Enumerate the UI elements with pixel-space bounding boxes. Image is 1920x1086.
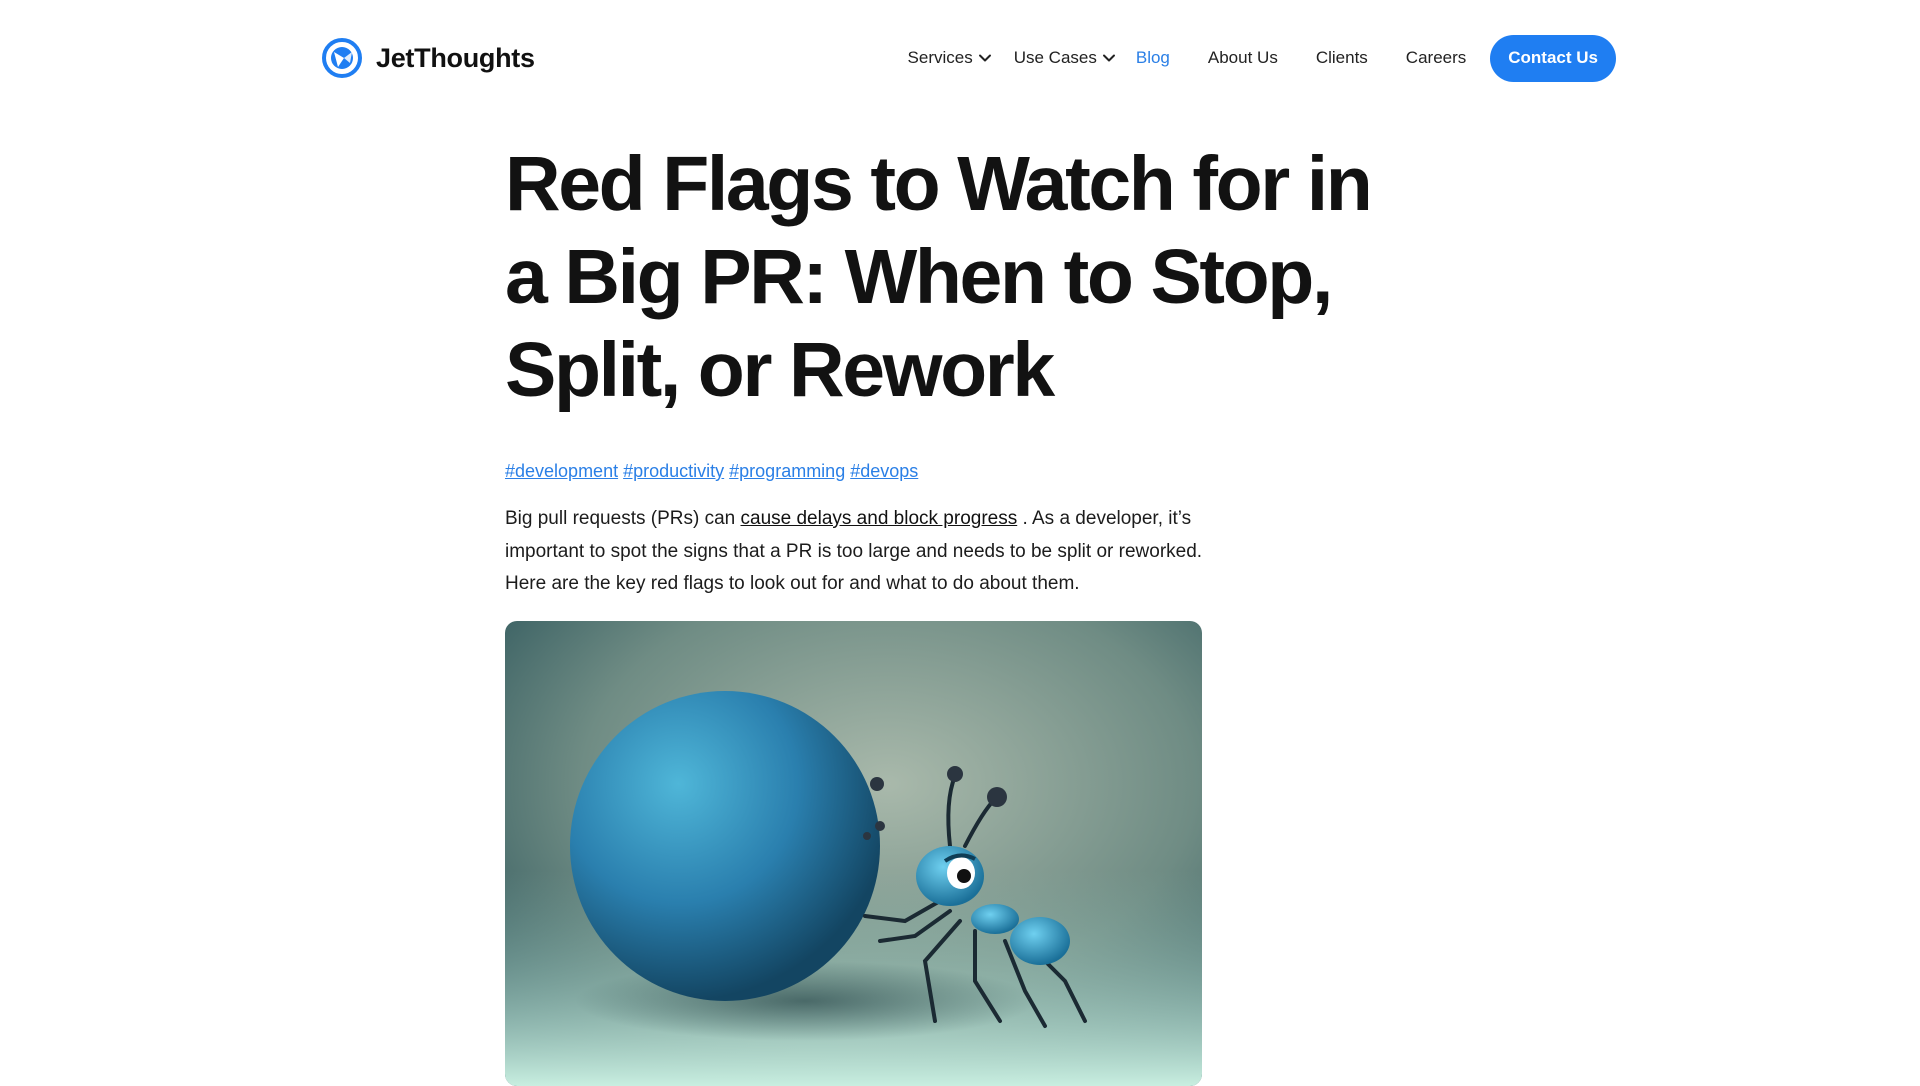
contact-us-button[interactable]: Contact Us bbox=[1490, 34, 1616, 82]
tag-list: #development #productivity #programming #de… bbox=[505, 459, 1405, 483]
tag-link[interactable]: #devops bbox=[850, 461, 918, 481]
nav-about-us[interactable]: About Us bbox=[1208, 48, 1278, 68]
ant-pushing-ball-illustration bbox=[505, 620, 1202, 1086]
nav-label: Careers bbox=[1405, 48, 1467, 67]
article: Red Flags to Watch for in a Big PR: When… bbox=[505, 138, 1405, 1086]
nav-services[interactable]: Services bbox=[908, 48, 992, 68]
nav-careers[interactable]: Careers bbox=[1406, 48, 1466, 68]
article-title: Red Flags to Watch for in a Big PR: When… bbox=[505, 141, 1373, 413]
tag-link[interactable]: #programming bbox=[729, 461, 845, 481]
intro-text: Big pull requests (PRs) can bbox=[505, 508, 741, 529]
brand-name: JetThoughts bbox=[376, 42, 535, 73]
nav-label: About Us bbox=[1207, 48, 1278, 67]
hero-image bbox=[505, 620, 1202, 1086]
nav-label: Blog bbox=[1135, 48, 1170, 67]
intro-link[interactable]: cause delays and block progress bbox=[741, 508, 1018, 529]
nav-use-cases[interactable]: Use Cases bbox=[1014, 48, 1116, 68]
jetthoughts-logo-icon bbox=[322, 38, 362, 78]
nav-label: Clients bbox=[1315, 48, 1368, 67]
main-nav: Services Use Cases Blog About Us Clients… bbox=[908, 34, 1616, 82]
site-header: JetThoughts Services Use Cases Blog Abou… bbox=[0, 0, 1920, 115]
nav-label: Services bbox=[907, 48, 973, 67]
nav-label: Use Cases bbox=[1013, 48, 1097, 67]
logo-link[interactable]: JetThoughts bbox=[322, 38, 535, 78]
tag-link[interactable]: #development bbox=[505, 461, 618, 481]
tag-link[interactable]: #productivity bbox=[623, 461, 724, 481]
nav-blog[interactable]: Blog bbox=[1136, 48, 1170, 68]
nav-clients[interactable]: Clients bbox=[1316, 48, 1368, 68]
article-intro: Big pull requests (PRs) can cause delays… bbox=[505, 503, 1205, 601]
chevron-down-icon bbox=[978, 54, 991, 62]
chevron-down-icon bbox=[1102, 54, 1115, 62]
